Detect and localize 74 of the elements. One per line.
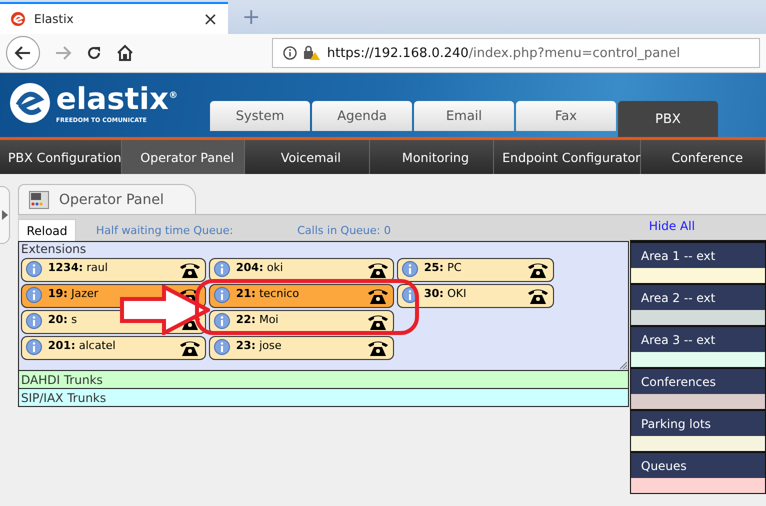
submenu-item[interactable]: Voicemail xyxy=(245,140,370,174)
telephone-icon xyxy=(527,261,549,279)
home-icon[interactable] xyxy=(116,44,134,62)
trunks-section[interactable]: DAHDI Trunks xyxy=(18,371,629,389)
area-header[interactable]: Area 3 -- ext xyxy=(631,325,765,352)
extensions-title: Extensions xyxy=(21,242,88,256)
telephone-icon xyxy=(367,339,389,357)
info-icon[interactable] xyxy=(214,261,230,277)
reload-button[interactable]: Reload xyxy=(18,219,76,241)
extension-label: 21: tecnico xyxy=(236,287,300,300)
area-header[interactable]: Area 1 -- ext xyxy=(631,241,765,268)
extension-label: 1234: raul xyxy=(48,261,109,274)
extension-card[interactable]: 25: PC xyxy=(397,258,554,282)
calls-in-queue-label: Calls in Queue: 0 xyxy=(297,224,391,237)
extension-label: 204: oki xyxy=(236,261,284,274)
telephone-icon xyxy=(527,287,549,305)
back-arrow-icon xyxy=(14,44,32,62)
extension-label: 30: OKI xyxy=(424,287,468,300)
menu-tab[interactable]: System xyxy=(210,101,310,131)
url-text: https://192.168.0.240/index.php?menu=control_panel xyxy=(327,46,680,60)
info-icon[interactable] xyxy=(26,261,42,277)
area-header[interactable]: Area 2 -- ext xyxy=(631,283,765,310)
area-header[interactable]: Queues xyxy=(631,451,765,478)
extension-card[interactable]: 21: tecnico xyxy=(209,284,394,308)
trunks-section[interactable]: SIP/IAX Trunks xyxy=(18,389,629,407)
menu-tab[interactable]: Fax xyxy=(516,101,616,131)
page-title: Operator Panel xyxy=(59,192,164,208)
info-icon[interactable] xyxy=(214,339,230,355)
info-icon[interactable] xyxy=(26,339,42,355)
area-header[interactable]: Parking lots xyxy=(631,409,765,436)
info-icon[interactable] xyxy=(402,287,418,303)
resize-grip-icon[interactable] xyxy=(620,362,627,369)
sidebar-toggle[interactable] xyxy=(0,186,10,244)
submenu-item[interactable]: Operator Panel xyxy=(122,140,246,174)
telephone-icon xyxy=(367,261,389,279)
submenu-item[interactable]: Endpoint Configurator xyxy=(494,140,642,174)
info-icon[interactable] xyxy=(214,313,230,329)
extension-card[interactable]: 30: OKI xyxy=(397,284,554,308)
info-icon[interactable] xyxy=(214,287,230,303)
browser-tab[interactable]: Elastix × xyxy=(0,2,228,34)
waiting-time-label: Half waiting time Queue: xyxy=(96,224,234,237)
warning-lock-icon[interactable] xyxy=(303,45,321,61)
info-icon[interactable] xyxy=(26,313,42,329)
extension-label: 201: alcatel xyxy=(48,339,117,352)
logo-icon xyxy=(10,11,26,27)
reload-icon[interactable] xyxy=(86,45,102,61)
close-icon[interactable]: × xyxy=(202,8,218,30)
menu-tab[interactable]: PBX xyxy=(618,101,718,137)
back-button[interactable] xyxy=(6,36,40,70)
extension-label: 22: Moi xyxy=(236,313,280,326)
address-bar[interactable]: https://192.168.0.240/index.php?menu=control_panel xyxy=(272,38,760,68)
panel-device-icon xyxy=(29,190,49,208)
menu-tab[interactable]: Agenda xyxy=(312,101,412,131)
telephone-icon xyxy=(367,287,389,305)
hide-all-link[interactable]: Hide All xyxy=(648,219,695,233)
extension-label: 20: s xyxy=(48,313,78,326)
extension-card[interactable]: 1234: raul xyxy=(21,258,206,282)
telephone-icon xyxy=(179,339,201,357)
tab-title: Elastix xyxy=(34,12,74,26)
submenu-item[interactable]: Monitoring xyxy=(370,140,494,174)
telephone-icon xyxy=(179,261,201,279)
extension-label: 25: PC xyxy=(424,261,463,274)
area-header[interactable]: Conferences xyxy=(631,367,765,394)
caret-icon xyxy=(2,210,8,220)
submenu-item[interactable]: Conference xyxy=(641,140,766,174)
extension-label: 23: jose xyxy=(236,339,282,352)
info-icon[interactable] xyxy=(283,46,297,60)
extension-card[interactable]: 201: alcatel xyxy=(21,336,206,360)
extension-label: 19: Jazer xyxy=(48,287,100,300)
extension-card[interactable]: 23: jose xyxy=(209,336,394,360)
info-icon[interactable] xyxy=(26,287,42,303)
menu-tab[interactable]: Email xyxy=(414,101,514,131)
info-icon[interactable] xyxy=(402,261,418,277)
telephone-icon xyxy=(367,313,389,331)
